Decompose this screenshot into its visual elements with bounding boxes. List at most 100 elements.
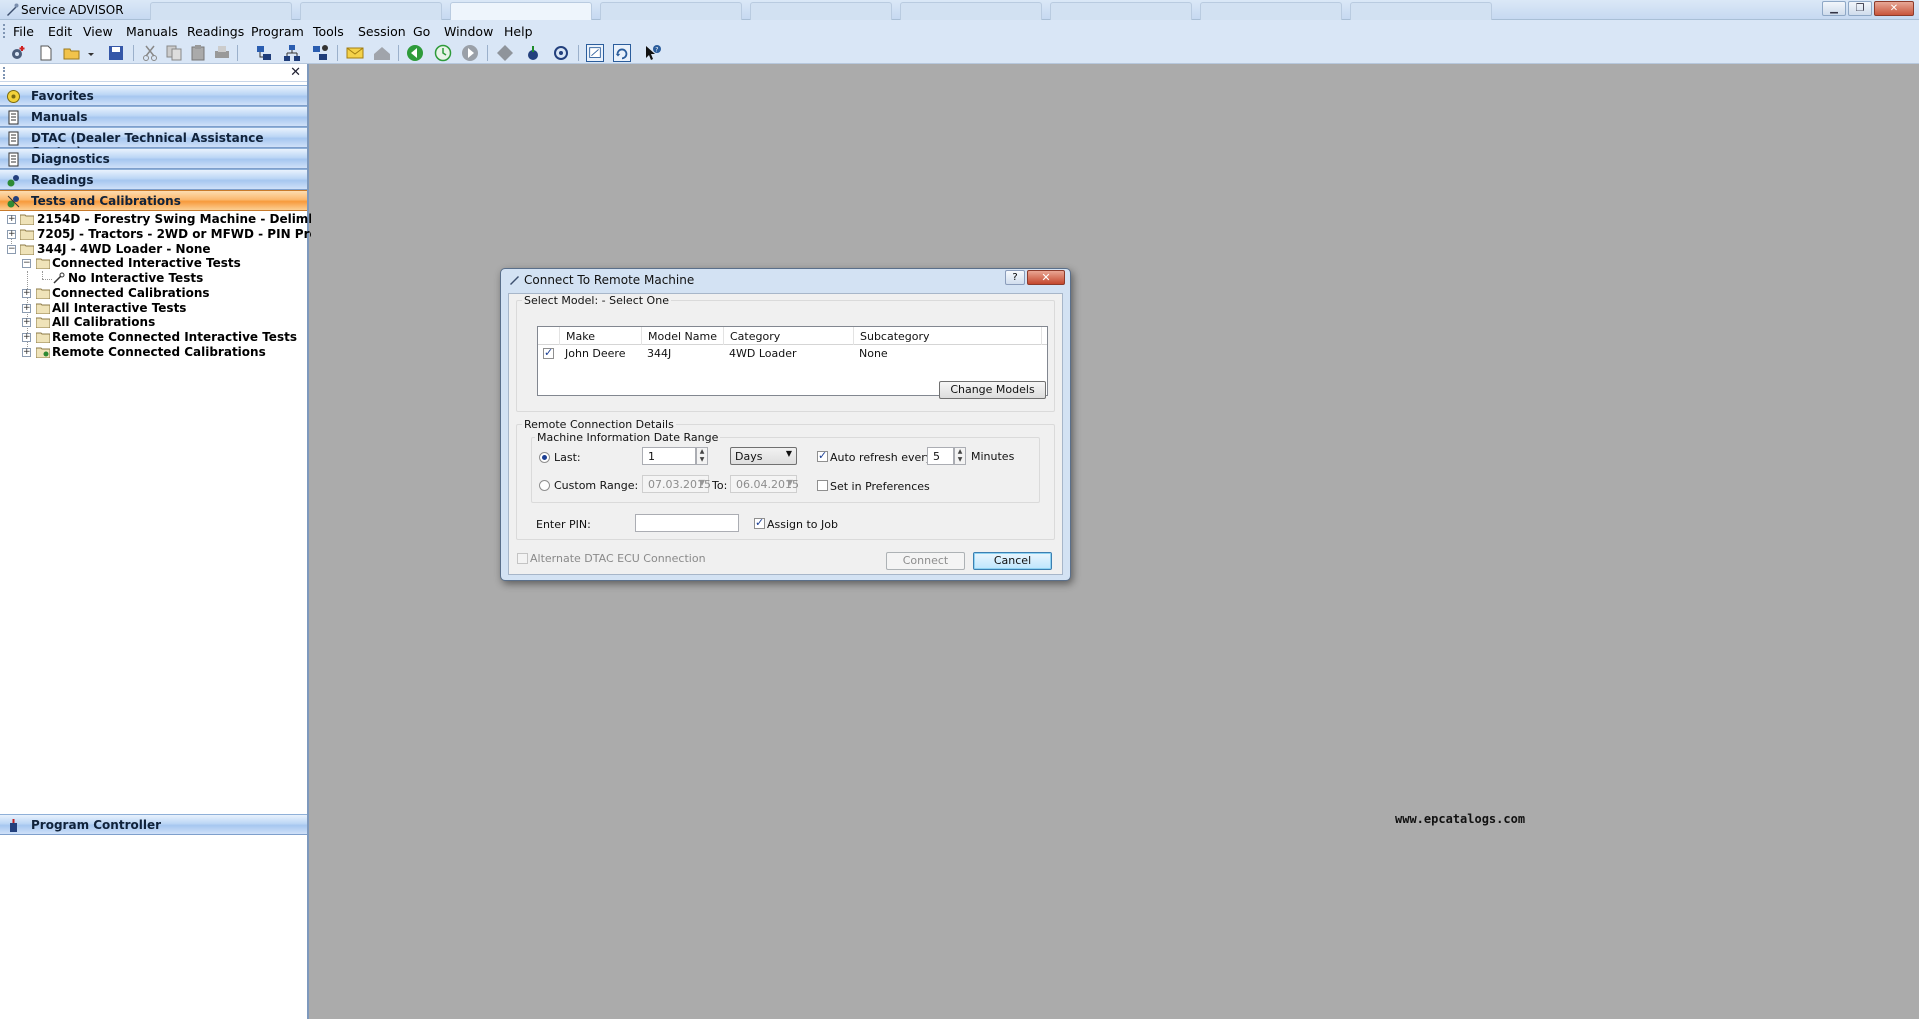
grid-header-category[interactable]: Category bbox=[724, 327, 854, 345]
collapse-icon[interactable]: − bbox=[22, 259, 31, 268]
set-preferences-checkbox[interactable] bbox=[817, 480, 828, 491]
email-icon[interactable] bbox=[346, 44, 364, 62]
nav-header-diagnostics[interactable]: Diagnostics bbox=[0, 148, 307, 169]
collapse-icon[interactable]: − bbox=[7, 245, 16, 254]
from-date-picker[interactable]: 07.03.2015 ▼ bbox=[642, 475, 711, 493]
background-tab[interactable] bbox=[900, 2, 1042, 20]
restore-button[interactable]: ❐ bbox=[1848, 1, 1872, 16]
background-tab[interactable] bbox=[750, 2, 892, 20]
grid-header-subcategory[interactable]: Subcategory bbox=[854, 327, 1042, 345]
background-tab[interactable] bbox=[1200, 2, 1342, 20]
calibration-icon[interactable] bbox=[552, 44, 570, 62]
unit-select[interactable]: Days ▼ bbox=[730, 447, 797, 465]
menu-go[interactable]: Go bbox=[413, 24, 430, 39]
tree-item-2154d[interactable]: + 2154D - Forestry Swing Machine - Delim… bbox=[0, 212, 331, 227]
diamond-icon[interactable] bbox=[496, 44, 514, 62]
tree-item-connected-calibrations[interactable]: + Connected Calibrations bbox=[0, 286, 307, 301]
help-pointer-icon[interactable]: ? bbox=[644, 44, 662, 62]
tree-item-all-calibrations[interactable]: + All Calibrations bbox=[0, 315, 307, 330]
menu-view[interactable]: View bbox=[83, 24, 113, 39]
menu-program[interactable]: Program bbox=[251, 24, 304, 39]
grid-header-make[interactable]: Make bbox=[560, 327, 642, 345]
auto-refresh-checkbox[interactable] bbox=[817, 449, 828, 462]
new-document-icon[interactable] bbox=[37, 44, 55, 62]
network-icon[interactable] bbox=[283, 44, 301, 62]
nav-header-manuals[interactable]: Manuals bbox=[0, 106, 307, 127]
menu-manuals[interactable]: Manuals bbox=[126, 24, 178, 39]
back-icon[interactable] bbox=[406, 44, 424, 62]
nav-header-tests-and-calibrations[interactable]: Tests and Calibrations bbox=[0, 190, 307, 211]
dialog-help-button[interactable]: ? bbox=[1005, 270, 1025, 285]
spin-up-icon[interactable]: ▲ bbox=[955, 448, 965, 456]
readings-icon[interactable] bbox=[524, 44, 542, 62]
refresh-icon[interactable] bbox=[434, 44, 452, 62]
expand-icon[interactable]: + bbox=[22, 348, 31, 357]
close-panel-icon[interactable]: ✕ bbox=[290, 65, 301, 80]
connect-icon[interactable] bbox=[255, 44, 273, 62]
home-icon[interactable] bbox=[373, 44, 391, 62]
menu-file[interactable]: File bbox=[13, 24, 34, 39]
spin-down-icon[interactable]: ▼ bbox=[697, 456, 707, 464]
nav-header-favorites[interactable]: Favorites bbox=[0, 85, 307, 106]
menu-tools[interactable]: Tools bbox=[313, 24, 344, 39]
background-tab[interactable] bbox=[450, 2, 592, 20]
paste-icon[interactable] bbox=[189, 44, 207, 62]
last-value-input[interactable]: 1 bbox=[642, 447, 696, 465]
menu-readings[interactable]: Readings bbox=[187, 24, 244, 39]
spin-up-icon[interactable]: ▲ bbox=[697, 448, 707, 456]
refresh-minutes-input[interactable]: 5 bbox=[927, 447, 954, 465]
menu-help[interactable]: Help bbox=[504, 24, 533, 39]
tree-item-remote-connected-interactive-tests[interactable]: + Remote Connected Interactive Tests bbox=[0, 330, 307, 345]
background-tab[interactable] bbox=[300, 2, 442, 20]
background-tab[interactable] bbox=[600, 2, 742, 20]
background-tab[interactable] bbox=[150, 2, 292, 20]
expand-icon[interactable]: + bbox=[7, 230, 16, 239]
tree-item-7205j[interactable]: + 7205J - Tractors - 2WD or MFWD - PIN P… bbox=[0, 227, 420, 242]
refresh-minutes-stepper[interactable]: ▲ ▼ bbox=[954, 447, 966, 465]
cut-icon[interactable] bbox=[141, 44, 159, 62]
tree-item-all-interactive-tests[interactable]: + All Interactive Tests bbox=[0, 301, 307, 316]
tree-item-344j[interactable]: − 344J - 4WD Loader - None bbox=[0, 242, 307, 257]
dropdown-arrow-icon[interactable] bbox=[86, 44, 96, 62]
row-checkbox[interactable] bbox=[543, 346, 554, 359]
remote-icon[interactable] bbox=[613, 44, 631, 62]
close-window-button[interactable]: ✕ bbox=[1874, 1, 1914, 16]
nav-footer-program-controller[interactable]: Program Controller bbox=[0, 814, 307, 835]
open-folder-icon[interactable] bbox=[63, 44, 81, 62]
background-tab[interactable] bbox=[1050, 2, 1192, 20]
window-icon[interactable] bbox=[586, 44, 604, 62]
spin-down-icon[interactable]: ▼ bbox=[955, 456, 965, 464]
last-value-stepper[interactable]: ▲ ▼ bbox=[696, 447, 708, 465]
menu-window[interactable]: Window bbox=[444, 24, 493, 39]
menu-edit[interactable]: Edit bbox=[48, 24, 72, 39]
table-row[interactable]: John Deere 344J 4WD Loader None bbox=[538, 345, 1047, 362]
save-icon[interactable] bbox=[107, 44, 125, 62]
background-tab[interactable] bbox=[1350, 2, 1492, 20]
print-icon[interactable] bbox=[213, 44, 231, 62]
disconnect-icon[interactable] bbox=[311, 44, 329, 62]
alternate-dtac-checkbox[interactable] bbox=[517, 553, 528, 564]
change-models-button[interactable]: Change Models bbox=[939, 381, 1046, 399]
new-session-icon[interactable] bbox=[9, 44, 27, 62]
connect-button[interactable]: Connect bbox=[886, 552, 965, 570]
pin-input[interactable] bbox=[635, 514, 739, 532]
forward-icon[interactable] bbox=[461, 44, 479, 62]
grid-header-model-name[interactable]: Model Name bbox=[642, 327, 724, 345]
assign-to-job-checkbox[interactable] bbox=[754, 516, 765, 529]
nav-header-readings[interactable]: Readings bbox=[0, 169, 307, 190]
expand-icon[interactable]: + bbox=[22, 304, 31, 313]
tree-item-no-interactive-tests[interactable]: No Interactive Tests bbox=[0, 271, 307, 286]
tree-item-remote-connected-calibrations[interactable]: + Remote Connected Calibrations bbox=[0, 345, 307, 360]
custom-range-radio[interactable] bbox=[539, 480, 550, 491]
to-date-picker[interactable]: 06.04.2015 ▼ bbox=[730, 475, 799, 493]
dialog-close-button[interactable]: ✕ bbox=[1027, 270, 1065, 285]
expand-icon[interactable]: + bbox=[7, 215, 16, 224]
last-radio[interactable] bbox=[539, 452, 550, 463]
expand-icon[interactable]: + bbox=[22, 333, 31, 342]
copy-icon[interactable] bbox=[165, 44, 183, 62]
expand-icon[interactable]: + bbox=[22, 289, 31, 298]
cancel-button[interactable]: Cancel bbox=[973, 552, 1052, 570]
expand-icon[interactable]: + bbox=[22, 318, 31, 327]
minimize-button[interactable]: ▁ bbox=[1822, 1, 1846, 16]
nav-header-dtac[interactable]: DTAC (Dealer Technical Assistance Center… bbox=[0, 127, 307, 159]
